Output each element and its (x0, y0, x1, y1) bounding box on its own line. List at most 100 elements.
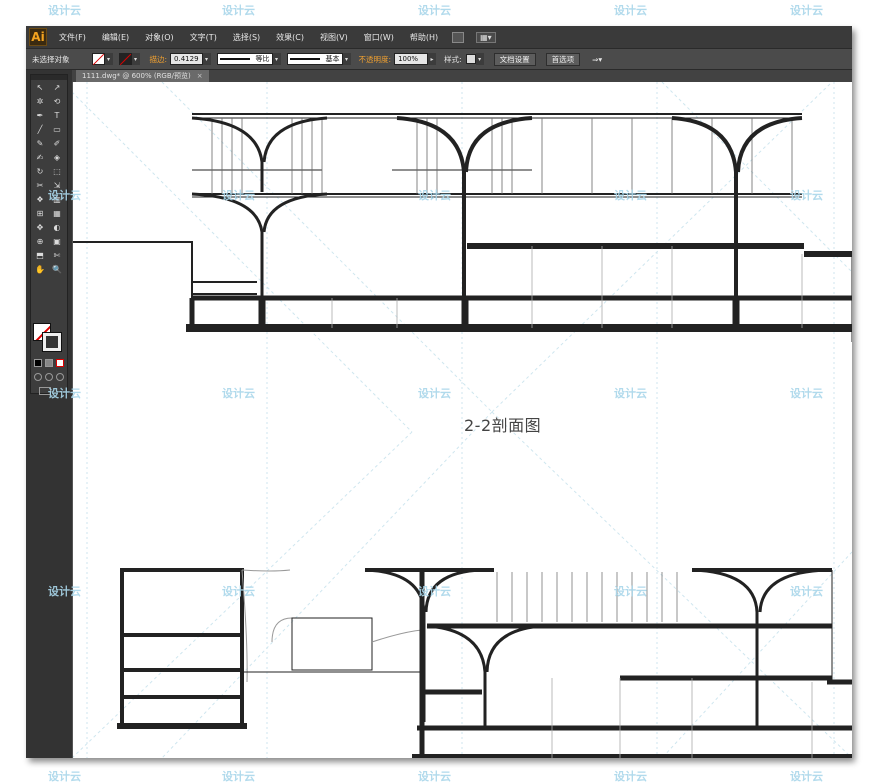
menu-type[interactable]: 文字(T) (190, 32, 217, 43)
watermark: 设计云 (222, 585, 255, 598)
tools-panel: ↖ ↗ ✲ ⟲ ✒ T ╱ ▭ ✎ ✐ ✍ ◈ ↻ ⬚ ✂ ⇲ ❖ ▥ ⊞ ▦ … (30, 74, 68, 395)
eraser-tool-icon[interactable]: ◈ (51, 153, 63, 163)
opacity-label[interactable]: 不透明度: (359, 54, 392, 65)
watermark: 设计云 (614, 770, 647, 783)
color-mode-icon[interactable] (34, 359, 42, 367)
menu-help[interactable]: 帮助(H) (410, 32, 438, 43)
rectangle-tool-icon[interactable]: ▭ (51, 125, 63, 135)
watermark: 设计云 (48, 770, 81, 783)
gradient-mode-icon[interactable] (45, 359, 53, 367)
canvas-edge (72, 82, 73, 758)
menu-edit[interactable]: 编辑(E) (102, 32, 129, 43)
stroke-dropdown-icon[interactable]: ▾ (131, 53, 140, 65)
watermark: 设计云 (418, 4, 451, 17)
eyedropper-tool-icon[interactable]: ✥ (34, 223, 46, 233)
watermark: 设计云 (614, 4, 647, 17)
pen-tool-icon[interactable]: ✒ (34, 111, 46, 121)
lasso-tool-icon[interactable]: ⟲ (51, 97, 63, 107)
draw-inside-icon[interactable] (56, 373, 64, 381)
symbol-sprayer-tool-icon[interactable]: ⊕ (34, 237, 46, 247)
watermark: 设计云 (418, 387, 451, 400)
paintbrush-tool-icon[interactable]: ✎ (34, 139, 46, 149)
watermark: 设计云 (222, 770, 255, 783)
mesh-tool-icon[interactable]: ⊞ (34, 209, 46, 219)
document-tab-title: 1111.dwg* @ 600% (RGB/预览) (82, 72, 191, 80)
blend-tool-icon[interactable]: ◐ (51, 223, 63, 233)
blob-brush-tool-icon[interactable]: ✍ (34, 153, 46, 163)
draw-behind-icon[interactable] (45, 373, 53, 381)
opacity-field[interactable]: 100% (394, 53, 429, 65)
menu-object[interactable]: 对象(O) (145, 32, 174, 43)
watermark: 设计云 (790, 4, 823, 17)
drawing-title[interactable]: 2-2剖面图 (464, 412, 541, 436)
watermark: 设计云 (222, 189, 255, 202)
arrange-documents-dropdown[interactable]: ▦▾ (476, 31, 496, 43)
profile-dropdown-icon[interactable]: ▾ (272, 53, 281, 65)
stroke-weight-label[interactable]: 描边: (150, 54, 168, 65)
artboard-canvas[interactable]: 2-2剖面图 (72, 82, 852, 758)
menu-file[interactable]: 文件(F) (59, 32, 86, 43)
column-graph-tool-icon[interactable]: ▣ (51, 237, 63, 247)
watermark: 设计云 (48, 387, 81, 400)
close-tab-icon[interactable]: × (197, 72, 203, 80)
none-mode-icon[interactable] (56, 359, 64, 367)
variable-width-profile[interactable]: 等比 (216, 53, 273, 65)
stroke-weight-dropdown-icon[interactable]: ▾ (202, 53, 211, 65)
scale-tool-icon[interactable]: ⬚ (51, 167, 63, 177)
opacity-dropdown-icon[interactable]: ▸ (428, 53, 437, 65)
menu-select[interactable]: 选择(S) (233, 32, 260, 43)
watermark: 设计云 (614, 189, 647, 202)
document-setup-button[interactable]: 文档设置 (493, 52, 536, 66)
graphic-style-swatch[interactable] (465, 54, 476, 64)
direct-selection-tool-icon[interactable]: ↗ (51, 83, 63, 93)
shape-builder-tool-icon[interactable]: ❖ (34, 195, 46, 205)
brush-dropdown-icon[interactable]: ▾ (342, 53, 351, 65)
stroke-weight-field[interactable]: 0.4129 (170, 53, 203, 65)
watermark: 设计云 (222, 387, 255, 400)
watermark: 设计云 (418, 189, 451, 202)
left-panel: ↖ ↗ ✲ ⟲ ✒ T ╱ ▭ ✎ ✐ ✍ ◈ ↻ ⬚ ✂ ⇲ ❖ ▥ ⊞ ▦ … (26, 70, 72, 758)
selection-tool-icon[interactable]: ↖ (34, 83, 46, 93)
panel-menu-icon[interactable]: ⇒▾ (592, 55, 602, 64)
selection-status: 未选择对象 (32, 54, 70, 64)
rotate-tool-icon[interactable]: ↻ (34, 167, 46, 177)
preferences-button[interactable]: 首选项 (545, 52, 581, 66)
style-label: 样式: (444, 54, 462, 64)
gradient-tool-icon[interactable]: ▦ (51, 209, 63, 219)
menu-view[interactable]: 视图(V) (320, 32, 348, 43)
watermark: 设计云 (790, 189, 823, 202)
vertical-guides (86, 82, 835, 758)
artboard-tool-icon[interactable]: ⬒ (34, 251, 46, 261)
stroke-swatch[interactable] (118, 53, 132, 65)
panel-grip[interactable] (31, 75, 67, 80)
menu-window[interactable]: 窗口(W) (364, 32, 394, 43)
app-logo-icon: Ai (29, 28, 47, 46)
style-dropdown-icon[interactable]: ▾ (475, 53, 484, 65)
pencil-tool-icon[interactable]: ✐ (51, 139, 63, 149)
menu-effect[interactable]: 效果(C) (276, 32, 304, 43)
draw-normal-icon[interactable] (34, 373, 42, 381)
line-tool-icon[interactable]: ╱ (34, 125, 46, 135)
slice-tool-icon[interactable]: ✄ (51, 251, 63, 261)
brush-definition[interactable]: 基本 (286, 53, 343, 65)
fill-dropdown-icon[interactable]: ▾ (104, 53, 113, 65)
watermark: 设计云 (790, 387, 823, 400)
document-tab-bar: 1111.dwg* @ 600% (RGB/预览) × (72, 70, 852, 82)
fill-swatch[interactable] (91, 53, 105, 65)
hand-tool-icon[interactable]: ✋ (34, 265, 46, 275)
zoom-tool-icon[interactable]: 🔍 (51, 265, 63, 275)
watermark: 设计云 (222, 4, 255, 17)
watermark: 设计云 (790, 770, 823, 783)
document-tab[interactable]: 1111.dwg* @ 600% (RGB/预览) × (76, 70, 209, 82)
watermark: 设计云 (614, 387, 647, 400)
watermark: 设计云 (48, 585, 81, 598)
width-tool-icon[interactable]: ✂ (34, 181, 46, 191)
stroke-color-box[interactable] (42, 332, 62, 352)
watermark: 设计云 (48, 4, 81, 17)
type-tool-icon[interactable]: T (51, 111, 63, 121)
watermark: 设计云 (418, 770, 451, 783)
menu-bar: Ai 文件(F) 编辑(E) 对象(O) 文字(T) 选择(S) 效果(C) 视… (26, 26, 852, 48)
bridge-button[interactable] (452, 31, 465, 43)
magic-wand-tool-icon[interactable]: ✲ (34, 97, 46, 107)
control-bar: 未选择对象 ▾ ▾ 描边: 0.4129 ▾ 等比 ▾ 基本 ▾ 不透明度: 1… (26, 48, 852, 70)
